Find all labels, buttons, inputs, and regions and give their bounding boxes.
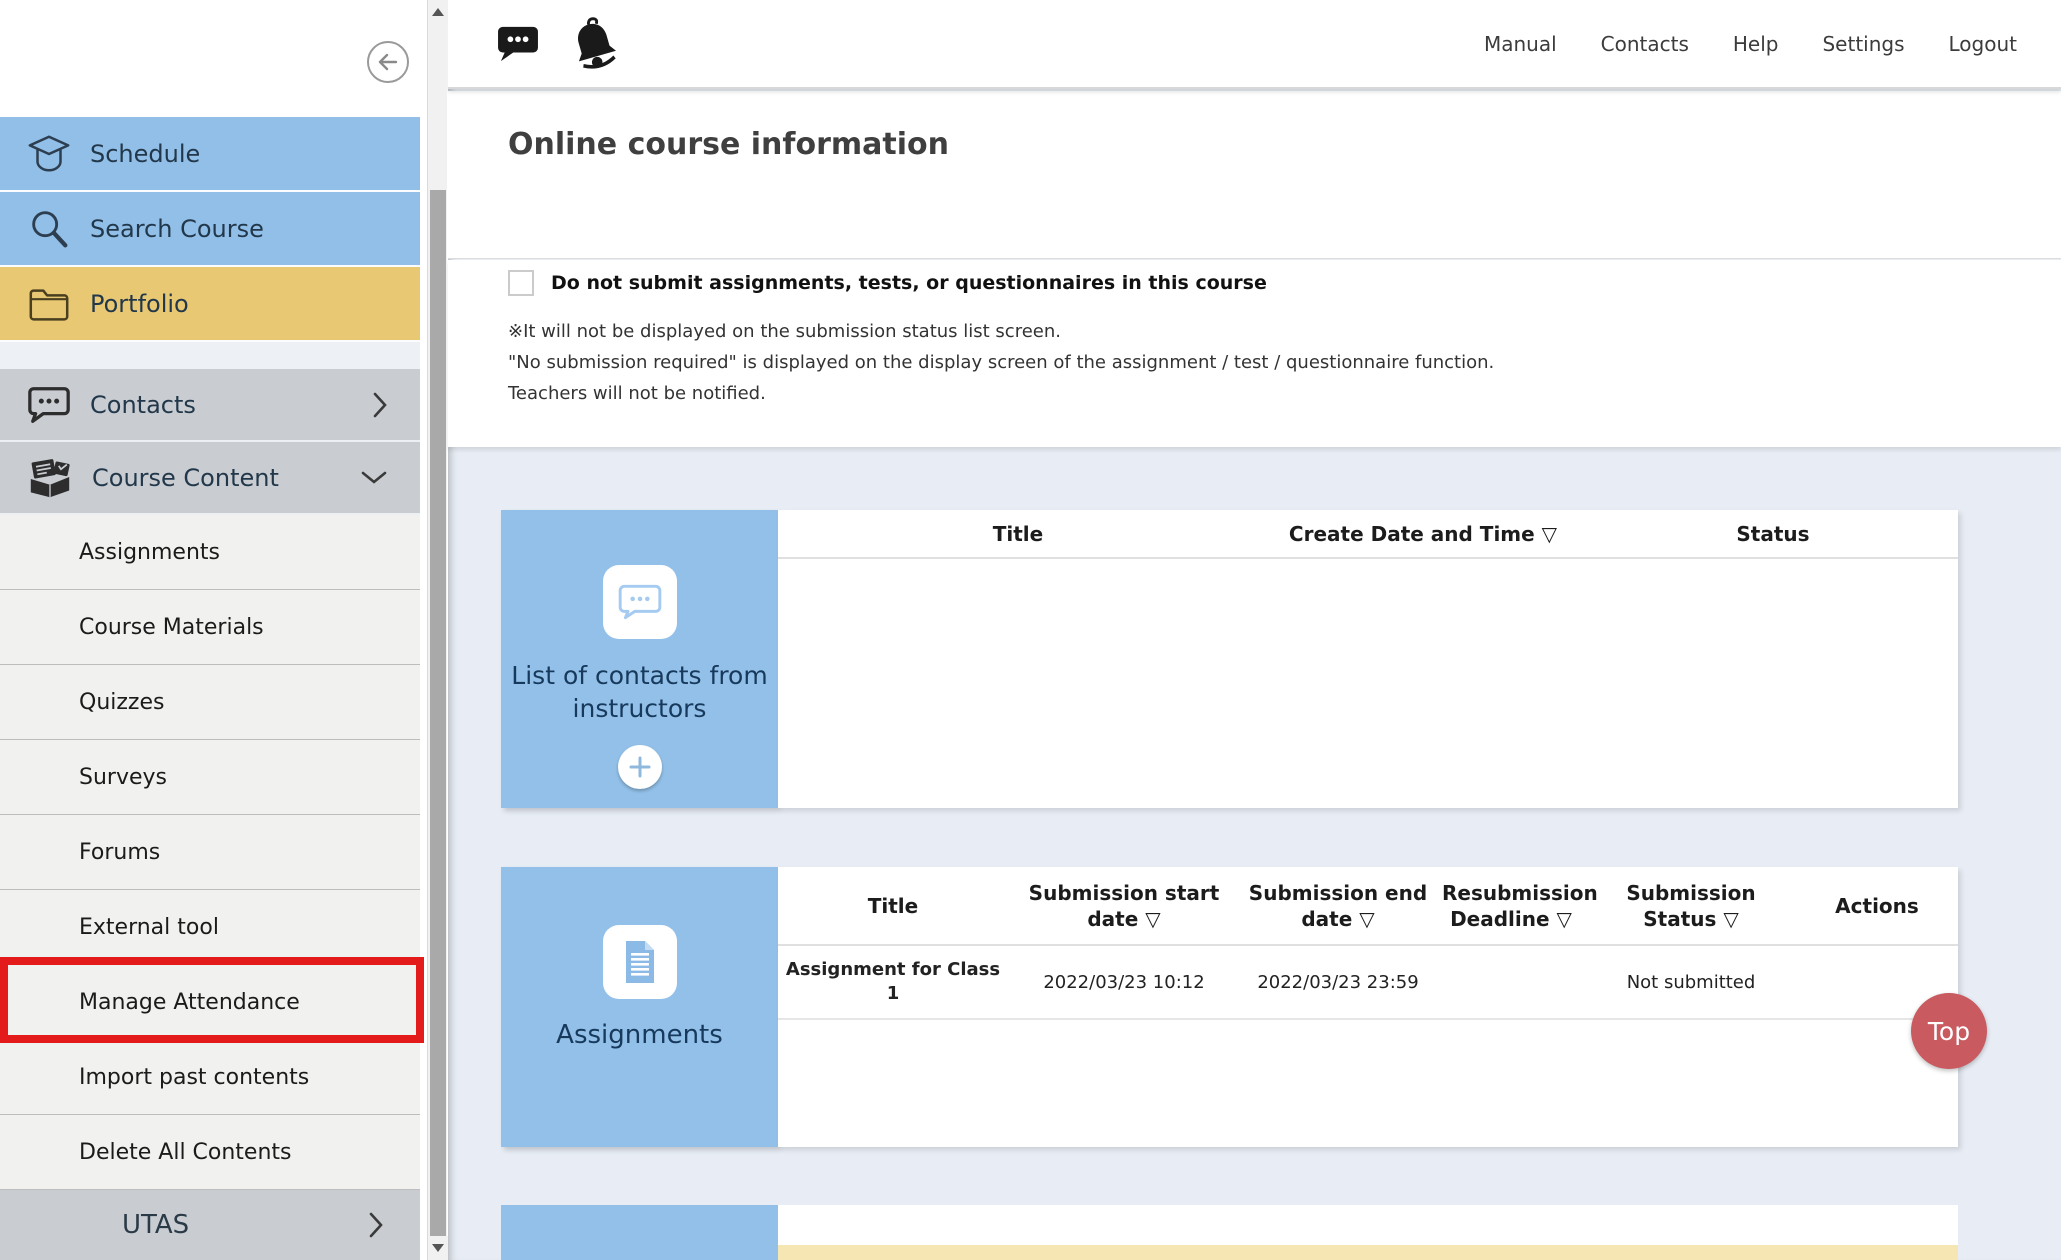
next-table-header (778, 1205, 1958, 1245)
chat-bubble-icon (26, 384, 72, 426)
bell-icon[interactable] (570, 17, 618, 71)
next-table-highlight-row (778, 1245, 1958, 1260)
no-submission-checkbox[interactable] (508, 270, 534, 296)
page-title: Online course information (508, 127, 949, 162)
sidebar-item-label: Schedule (90, 140, 200, 168)
messages-icon[interactable] (496, 25, 540, 63)
sidebar-subitem-import-past-contents[interactable]: Import past contents (0, 1040, 420, 1115)
scroll-down-button[interactable] (428, 1236, 448, 1260)
no-submission-checkbox-row: Do not submit assignments, tests, or que… (508, 270, 1267, 296)
topbar-icons (448, 17, 618, 71)
column-header-submission-status[interactable]: Submission Status ▽ (1586, 880, 1796, 932)
sidebar-subitem-external-tool[interactable]: External tool (0, 890, 420, 965)
assignments-section: Assignments Title Submission start date … (501, 867, 1958, 1147)
nav-settings[interactable]: Settings (1822, 32, 1904, 56)
assignment-end-date: 2022/03/23 23:59 (1240, 972, 1436, 993)
top-navigation: Manual Contacts Help Settings Logout (1484, 32, 2061, 56)
sidebar-item-course-content[interactable]: Course Content (0, 442, 420, 515)
note-line: ※It will not be displayed on the submiss… (508, 316, 1494, 347)
add-contact-button[interactable] (618, 745, 662, 789)
scroll-up-button[interactable] (428, 0, 448, 24)
arrow-left-icon (375, 49, 401, 75)
top-bar: Manual Contacts Help Settings Logout (448, 0, 2061, 89)
column-header-create-date[interactable]: Create Date and Time ▽ (1258, 522, 1588, 546)
app-window: Schedule Search Course Portfolio Contact… (0, 0, 2061, 1260)
course-settings-card: Do not submit assignments, tests, or que… (448, 260, 2061, 447)
document-icon (620, 938, 660, 986)
sidebar-subitem-course-materials[interactable]: Course Materials (0, 590, 420, 665)
column-header-submission-end[interactable]: Submission end date ▽ (1240, 880, 1436, 932)
checkbox-notes: ※It will not be displayed on the submiss… (508, 316, 1494, 409)
graduation-cap-icon (26, 132, 72, 176)
scroll-up-icon (432, 8, 444, 16)
document-tile (603, 925, 677, 999)
next-section-partial (501, 1205, 1958, 1260)
sidebar-item-label: Portfolio (90, 290, 189, 318)
sidebar-item-label: Contacts (90, 391, 196, 419)
chat-tile (603, 565, 677, 639)
sidebar-subitem-delete-all-contents[interactable]: Delete All Contents (0, 1115, 420, 1190)
column-header-submission-start[interactable]: Submission start date ▽ (1008, 880, 1240, 932)
contacts-from-instructors-section: List of contacts from instructors Title … (501, 510, 1958, 808)
assignments-panel: Assignments (501, 867, 778, 1147)
sidebar-subitem-assignments[interactable]: Assignments (0, 515, 420, 590)
sidebar: Schedule Search Course Portfolio Contact… (0, 0, 420, 1260)
sidebar-item-schedule[interactable]: Schedule (0, 117, 420, 192)
nav-logout[interactable]: Logout (1949, 32, 2017, 56)
column-header-title[interactable]: Title (778, 893, 1008, 919)
assignment-row: Assignment for Class 1 2022/03/23 10:12 … (778, 946, 1958, 1020)
note-line: Teachers will not be notified. (508, 378, 1494, 409)
sidebar-item-portfolio[interactable]: Portfolio (0, 267, 420, 342)
scroll-to-top-button[interactable]: Top (1911, 993, 1987, 1069)
column-header-actions: Actions (1796, 893, 1958, 919)
main-content: Manual Contacts Help Settings Logout Onl… (448, 0, 2061, 1260)
checkbox-label: Do not submit assignments, tests, or que… (551, 272, 1267, 294)
scrollbar-thumb[interactable] (430, 190, 446, 1236)
assignment-status: Not submitted (1586, 972, 1796, 993)
chevron-down-icon (360, 470, 388, 486)
chat-bubble-icon (616, 581, 664, 623)
sidebar-item-label: Search Course (90, 215, 264, 243)
sidebar-item-label: Course Content (92, 464, 279, 492)
note-line: "No submission required" is displayed on… (508, 347, 1494, 378)
sidebar-subitem-quizzes[interactable]: Quizzes (0, 665, 420, 740)
nav-manual[interactable]: Manual (1484, 32, 1557, 56)
sidebar-divider (0, 342, 420, 369)
sidebar-subitem-surveys[interactable]: Surveys (0, 740, 420, 815)
sidebar-scrollbar[interactable] (427, 0, 447, 1260)
search-icon (26, 207, 72, 251)
column-header-status[interactable]: Status (1588, 522, 1958, 546)
sidebar-subitem-forums[interactable]: Forums (0, 815, 420, 890)
sidebar-item-search-course[interactable]: Search Course (0, 192, 420, 267)
assignments-table: Title Submission start date ▽ Submission… (778, 867, 1958, 1147)
sidebar-subitem-manage-attendance[interactable]: Manage Attendance (0, 965, 420, 1040)
folder-icon (26, 284, 72, 324)
sidebar-item-utas[interactable]: UTAS (0, 1190, 420, 1260)
page-header-section: Online course information (448, 91, 2061, 259)
nav-help[interactable]: Help (1733, 32, 1779, 56)
course-content-box-icon (26, 456, 74, 500)
assignment-title[interactable]: Assignment for Class 1 (778, 958, 1008, 1006)
sidebar-item-label: UTAS (122, 1210, 189, 1240)
next-table (778, 1205, 1958, 1260)
column-header-resubmission-deadline[interactable]: Resubmission Deadline ▽ (1436, 880, 1586, 932)
chevron-right-icon (368, 1210, 384, 1240)
plus-icon (627, 754, 653, 780)
sidebar-header (0, 0, 420, 117)
contacts-table: Title Create Date and Time ▽ Status (778, 510, 1958, 808)
sidebar-collapse-button[interactable] (367, 41, 409, 83)
assignment-start-date: 2022/03/23 10:12 (1008, 972, 1240, 993)
sidebar-item-contacts[interactable]: Contacts (0, 369, 420, 442)
chevron-right-icon (372, 390, 388, 420)
scroll-down-icon (432, 1244, 444, 1252)
assignments-panel-label: Assignments (501, 1019, 778, 1052)
nav-contacts[interactable]: Contacts (1601, 32, 1689, 56)
contacts-panel: List of contacts from instructors (501, 510, 778, 808)
column-header-title[interactable]: Title (778, 522, 1258, 546)
contacts-table-header: Title Create Date and Time ▽ Status (778, 510, 1958, 559)
next-panel (501, 1205, 778, 1260)
assignments-table-header: Title Submission start date ▽ Submission… (778, 867, 1958, 946)
contacts-panel-label: List of contacts from instructors (501, 659, 778, 725)
